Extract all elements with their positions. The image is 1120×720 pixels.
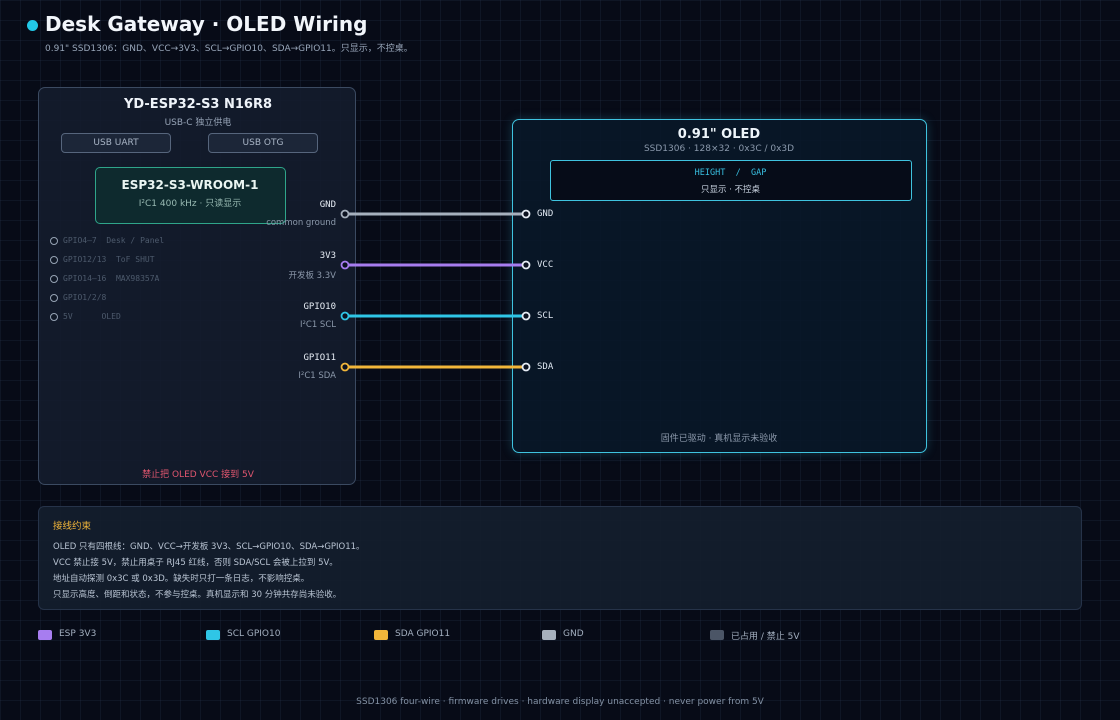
- page-footer: SSD1306 four-wire · firmware drives · ha…: [356, 697, 764, 707]
- legend-label-3v3: ESP 3V3: [59, 629, 97, 639]
- legend-swatch-3v3: [38, 630, 52, 640]
- legend-label-sda: SDA GPIO11: [395, 629, 451, 639]
- legend-label-gnd: GND: [563, 629, 584, 639]
- constraint-line: VCC 禁止接 5V，禁止用桌子 RJ45 红线，否则 SDA/SCL 会被上拉…: [53, 558, 338, 568]
- constraints-title: 接线约束: [53, 521, 92, 532]
- oled-pin-dot-scl: [521, 311, 531, 321]
- legend-swatch-gnd: [542, 630, 556, 640]
- legend-swatch-sda: [374, 630, 388, 640]
- board-pin-dot-sda: [340, 362, 350, 372]
- legend-label-scl: SCL GPIO10: [227, 629, 281, 639]
- oled-pin-dot-sda: [521, 362, 531, 372]
- wiring-layer: [340, 209, 531, 372]
- oled-pin-dot-gnd: [521, 209, 531, 219]
- legend-label-forbidden: 已占用 / 禁止 5V: [731, 632, 800, 642]
- constraint-line: 地址自动探测 0x3C 或 0x3D。缺失时只打一条日志，不影响控桌。: [53, 574, 310, 584]
- legend-swatch-forbidden: [710, 630, 724, 640]
- constraint-line: OLED 只有四根线：GND、VCC→开发板 3V3、SCL→GPIO10、SD…: [53, 542, 365, 552]
- board-pin-dot-vcc: [340, 260, 350, 270]
- board-pin-dot-scl: [340, 311, 350, 321]
- oled-pin-dot-vcc: [521, 260, 531, 270]
- constraints-panel: 接线约束 OLED 只有四根线：GND、VCC→开发板 3V3、SCL→GPIO…: [38, 506, 1082, 610]
- board-pin-dot-gnd: [340, 209, 350, 219]
- constraint-line: 只显示高度、倒距和状态，不参与控桌。真机显示和 30 分钟共存尚未验收。: [53, 590, 342, 600]
- legend-swatch-scl: [206, 630, 220, 640]
